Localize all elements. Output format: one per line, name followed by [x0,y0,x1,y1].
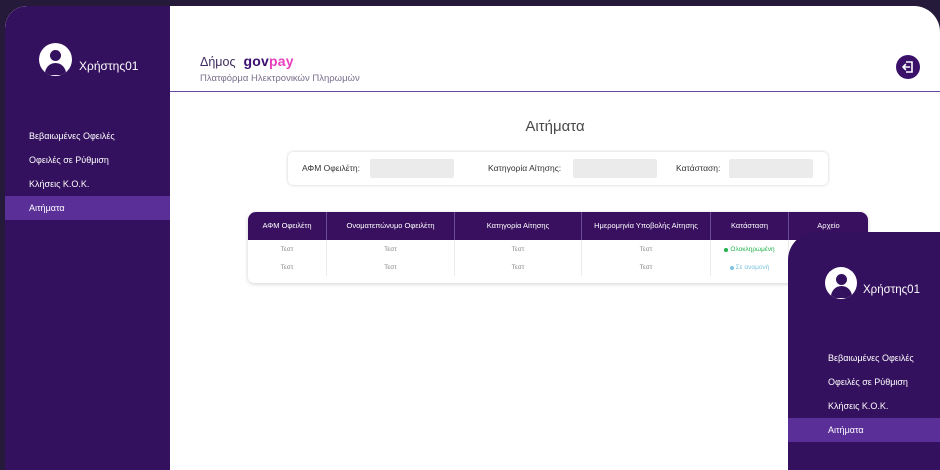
column-header-name[interactable]: Ονοματεπώνυμο Οφειλέτη [327,212,455,240]
cell-afm: Τεστ [248,258,327,276]
cell-afm: Τεστ [248,240,327,258]
filter-card: ΑΦΜ Οφειλέτη: Κατηγορία Αίτησης: Κατάστα… [288,152,828,185]
cell-name: Τεστ [327,240,455,258]
overlay-sidebar-item-debts-in-arrangement[interactable]: Οφειλές σε Ρύθμιση [788,370,940,394]
brand: Δήμος govpay [200,53,294,69]
status-badge: Ολοκληρωμένη [724,240,775,260]
platform-subtitle: Πλατφόρμα Ηλεκτρονικών Πληρωμών [200,73,360,84]
overlay-sidebar-item-confirmed-debts[interactable]: Βεβαιωμένες Οφειλές [788,346,940,370]
header: Δήμος govpay Πλατφόρμα Ηλεκτρονικών Πληρ… [170,6,940,92]
overlay-username: Χρήστης01 [863,283,920,296]
requests-table: ΑΦΜ Οφειλέτη Ονοματεπώνυμο Οφειλέτη Κατη… [248,212,868,283]
status-filter-input[interactable] [729,159,813,178]
column-header-date[interactable]: Ημερομηνία Υποβολής Αίτησης [582,212,711,240]
table-body: Τεστ Τεστ Τεστ Τεστ Ολοκληρωμένη Τεστ Τε… [248,240,868,276]
cell-date: Τεστ [582,258,711,276]
column-header-category[interactable]: Κατηγορία Αίτησης [455,212,582,240]
overlay-sidebar-item-requests[interactable]: Αιτήματα [788,418,940,442]
category-filter-input[interactable] [573,159,657,178]
user-avatar-icon[interactable] [825,267,857,299]
sidebar-item-traffic-fines[interactable]: Κλήσεις Κ.Ο.Κ. [5,172,170,196]
sidebar-nav: Βεβαιωμένες Οφειλές Οφειλές σε Ρύθμιση Κ… [5,124,170,220]
table-row[interactable]: Τεστ Τεστ Τεστ Τεστ Ολοκληρωμένη [248,240,868,258]
logout-icon [902,61,913,73]
afm-filter-label: ΑΦΜ Οφειλέτη: [302,163,360,173]
user-avatar-icon[interactable] [39,43,72,76]
overlay-sidebar-panel: Χρήστης01 Βεβαιωμένες Οφειλές Οφειλές σε… [788,232,940,470]
logout-button[interactable] [896,55,920,79]
username: Χρήστης01 [79,58,139,73]
govpay-logo: govpay [243,53,294,69]
cell-status: Ολοκληρωμένη [711,240,789,258]
table-row[interactable]: Τεστ Τεστ Τεστ Τεστ Σε αναμονή [248,258,868,276]
sidebar-item-confirmed-debts[interactable]: Βεβαιωμένες Οφειλές [5,124,170,148]
cell-category: Τεστ [455,258,582,276]
table-header: ΑΦΜ Οφειλέτη Ονοματεπώνυμο Οφειλέτη Κατη… [248,212,868,240]
user-block: Χρήστης01 [39,43,138,76]
cell-date: Τεστ [582,240,711,258]
sidebar: Χρήστης01 Βεβαιωμένες Οφειλές Οφειλές σε… [5,6,170,470]
status-filter-label: Κατάσταση: [676,163,721,173]
status-badge: Σε αναμονή [729,258,769,278]
cell-category: Τεστ [455,240,582,258]
sidebar-item-debts-in-arrangement[interactable]: Οφειλές σε Ρύθμιση [5,148,170,172]
status-dot-icon [724,248,729,252]
page-title: Αιτήματα [525,118,585,135]
afm-filter-input[interactable] [370,159,454,178]
sidebar-item-requests[interactable]: Αιτήματα [5,196,170,220]
column-header-status[interactable]: Κατάσταση [711,212,789,240]
overlay-sidebar-nav: Βεβαιωμένες Οφειλές Οφειλές σε Ρύθμιση Κ… [788,346,940,442]
column-header-afm[interactable]: ΑΦΜ Οφειλέτη [248,212,327,240]
brand-municipality: Δήμος [200,55,236,69]
cell-name: Τεστ [327,258,455,276]
overlay-user-block: Χρήστης01 [825,267,920,299]
status-dot-icon [729,266,734,270]
category-filter-label: Κατηγορία Αίτησης: [488,163,562,173]
cell-status: Σε αναμονή [711,258,789,276]
overlay-sidebar-item-traffic-fines[interactable]: Κλήσεις Κ.Ο.Κ. [788,394,940,418]
